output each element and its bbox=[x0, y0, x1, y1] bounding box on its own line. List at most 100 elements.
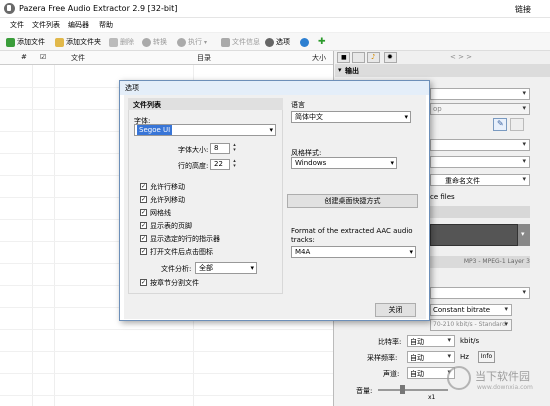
option-combo-1[interactable] bbox=[430, 139, 530, 151]
checkbox-label: 按章节分割文件 bbox=[150, 279, 199, 287]
link-label[interactable]: 链接 bbox=[515, 4, 531, 15]
checkbox-grid-lines[interactable]: ✓ bbox=[140, 209, 147, 216]
convert-label: 转换 bbox=[153, 38, 167, 46]
font-size-value: 8 bbox=[214, 144, 219, 152]
tab-settings[interactable]: ✹ bbox=[384, 52, 397, 63]
file-info-icon bbox=[221, 37, 230, 47]
add-folder-label: 添加文件夹 bbox=[66, 38, 101, 46]
row-line bbox=[0, 329, 333, 330]
row-line bbox=[0, 395, 333, 396]
music-icon: ♪ bbox=[371, 53, 376, 61]
tab-music[interactable]: ♪ bbox=[367, 52, 380, 63]
sample-rate-combo[interactable]: 自动 bbox=[407, 351, 455, 363]
codec-dark-combo[interactable] bbox=[430, 224, 518, 246]
gear-icon: ✹ bbox=[387, 53, 393, 61]
info-button[interactable]: Info bbox=[478, 351, 495, 363]
row-line bbox=[0, 351, 333, 352]
file-analysis-combo[interactable]: 全部 ▾ bbox=[195, 262, 257, 274]
col-directory[interactable]: 目录 bbox=[197, 53, 211, 63]
bitrate-range-combo[interactable]: 70-210 kbit/s - Standard bbox=[430, 319, 512, 331]
menu-file[interactable]: 文件 bbox=[10, 20, 24, 30]
chevron-down-icon: ▾ bbox=[390, 159, 394, 167]
menu-file-list[interactable]: 文件列表 bbox=[32, 20, 60, 30]
col-file[interactable]: 文件 bbox=[71, 53, 85, 63]
remove-button[interactable]: 删除 bbox=[109, 36, 134, 48]
bitrate-range-text: 70-210 kbit/s - Standard bbox=[433, 321, 506, 328]
bitrate-mode-combo[interactable]: Constant bitrate bbox=[430, 304, 512, 316]
help-icon bbox=[300, 37, 309, 47]
file-info-label: 文件信息 bbox=[232, 38, 260, 46]
codec-dark-arrow[interactable]: ▾ bbox=[518, 224, 530, 246]
output-path-combo[interactable]: op bbox=[430, 103, 530, 115]
checkbox-label: 网格线 bbox=[150, 209, 171, 217]
sample-rate-unit: Hz bbox=[460, 353, 469, 361]
play-icon bbox=[177, 37, 186, 47]
add-folder-icon bbox=[55, 37, 64, 47]
convert-button[interactable]: 转换 bbox=[142, 36, 167, 48]
tab-output[interactable]: ■ bbox=[337, 52, 350, 63]
bitrate-unit: kbit/s bbox=[460, 337, 480, 345]
row-height-input[interactable]: 22 bbox=[210, 159, 230, 170]
add-file-button[interactable]: 添加文件 bbox=[6, 36, 45, 48]
language-combo[interactable]: 简体中文 ▾ bbox=[291, 111, 411, 123]
menu-help[interactable]: 帮助 bbox=[99, 20, 113, 30]
col-size[interactable]: 大小 bbox=[312, 53, 326, 63]
chevron-down-icon: ▾ bbox=[404, 113, 408, 121]
checkbox-allow-row-move[interactable]: ✓ bbox=[140, 183, 147, 190]
checkbox-show-footer[interactable]: ✓ bbox=[140, 222, 147, 229]
col-index[interactable]: # bbox=[21, 53, 27, 61]
grid-line bbox=[54, 65, 55, 406]
dialog-title-bar bbox=[120, 81, 429, 95]
codec-bar: MP3 - MPEG-1 Layer 3 bbox=[430, 256, 530, 268]
browse-button[interactable] bbox=[510, 118, 524, 131]
run-button[interactable]: 执行 ▾ bbox=[177, 36, 207, 48]
pin-button[interactable]: ✚ bbox=[318, 36, 326, 48]
tab-document[interactable] bbox=[352, 52, 365, 63]
watermark-text: 当下软件园 bbox=[475, 370, 530, 383]
output-combo[interactable] bbox=[430, 88, 530, 100]
edit-button[interactable]: ✎ bbox=[493, 118, 507, 131]
row-height-value: 22 bbox=[214, 160, 223, 168]
font-size-stepper[interactable]: ▴ ▾ bbox=[231, 143, 238, 154]
menu-encoder[interactable]: 编码器 bbox=[68, 20, 89, 30]
aac-format-combo[interactable]: M4A ▾ bbox=[291, 246, 416, 258]
option-combo-2[interactable] bbox=[430, 156, 530, 168]
col-check[interactable]: ☑ bbox=[40, 53, 46, 61]
checkbox-split-by-chapter[interactable]: ✓ bbox=[140, 279, 147, 286]
file-info-button[interactable]: 文件信息 bbox=[221, 36, 260, 48]
close-button[interactable]: 关闭 bbox=[375, 303, 416, 317]
font-value: Segoe UI bbox=[137, 125, 173, 135]
gear-icon bbox=[265, 37, 274, 47]
rename-combo[interactable]: 重命名文件 bbox=[430, 174, 530, 186]
font-size-input[interactable]: 8 bbox=[210, 143, 230, 154]
font-combo[interactable]: Segoe UI ▾ bbox=[134, 124, 276, 136]
nav-arrows[interactable]: < > > bbox=[450, 53, 472, 61]
remove-label: 删除 bbox=[120, 38, 134, 46]
codec-text: MP3 - MPEG-1 Layer 3 bbox=[463, 258, 530, 265]
style-combo[interactable]: Windows ▾ bbox=[291, 157, 397, 169]
row-height-label: 行的高度: bbox=[178, 162, 209, 170]
volume-slider-handle[interactable] bbox=[400, 385, 405, 394]
sample-rate-label: 采样频率: bbox=[367, 354, 398, 362]
watermark-logo bbox=[447, 366, 471, 390]
checkbox-label: 允许行移动 bbox=[150, 183, 185, 191]
bitrate-combo[interactable]: 自动 bbox=[407, 335, 455, 347]
create-shortcut-button[interactable]: 创建桌面快捷方式 bbox=[287, 194, 418, 208]
menu-bar: 文件 文件列表 编码器 帮助 bbox=[0, 18, 550, 32]
dialog-title: 选项 bbox=[125, 84, 139, 92]
row-height-stepper[interactable]: ▴ ▾ bbox=[231, 159, 238, 170]
file-analysis-value: 全部 bbox=[199, 264, 213, 272]
encode-combo[interactable] bbox=[430, 287, 530, 299]
title-bar: Pazera Free Audio Extractor 2.9 [32-bit]… bbox=[0, 0, 550, 18]
checkbox-click-icon[interactable]: ✓ bbox=[140, 248, 147, 255]
add-folder-button[interactable]: 添加文件夹 bbox=[55, 36, 101, 48]
help-button[interactable] bbox=[300, 36, 309, 48]
row-line bbox=[0, 373, 333, 374]
volume-slider[interactable] bbox=[378, 389, 448, 391]
volume-value: x1 bbox=[428, 394, 436, 401]
sample-rate-value: 自动 bbox=[410, 354, 424, 362]
checkbox-row-indicator[interactable]: ✓ bbox=[140, 235, 147, 242]
checkbox-allow-column-move[interactable]: ✓ bbox=[140, 196, 147, 203]
channels-value: 自动 bbox=[410, 370, 424, 378]
options-button[interactable]: 选项 bbox=[265, 36, 290, 48]
